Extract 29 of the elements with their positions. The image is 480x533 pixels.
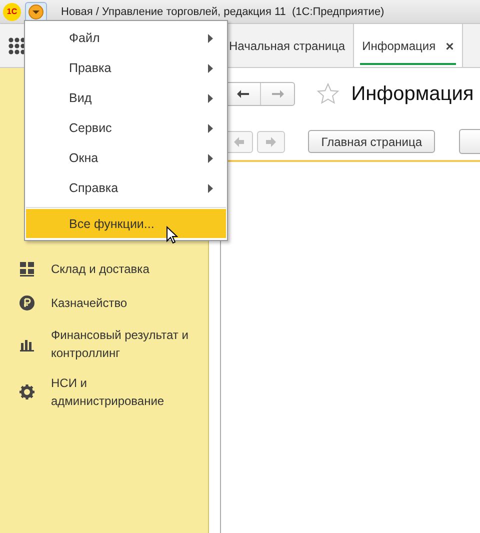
menu-item[interactable]: Вид bbox=[26, 83, 227, 113]
apps-icon[interactable] bbox=[8, 36, 26, 54]
sidebar-item[interactable]: Склад и доставка bbox=[51, 260, 150, 278]
page-title: Информация bbox=[351, 82, 474, 106]
gear-icon bbox=[19, 384, 35, 400]
sidebar-item[interactable]: Финансовый результат и контроллинг bbox=[51, 326, 201, 362]
arrow-right-icon bbox=[270, 89, 285, 99]
home-page-button[interactable]: Главная страница bbox=[308, 130, 435, 153]
close-icon[interactable]: × bbox=[446, 38, 454, 54]
next-button[interactable] bbox=[257, 130, 286, 152]
tab[interactable]: Информация × bbox=[354, 24, 463, 67]
menu-item[interactable]: Справка bbox=[26, 173, 227, 203]
menu-item[interactable]: Все функции... bbox=[26, 209, 226, 238]
arrow-left-icon bbox=[233, 136, 246, 148]
star-icon[interactable] bbox=[317, 83, 340, 105]
grid-icon bbox=[19, 261, 35, 277]
arrow-left-icon bbox=[236, 89, 250, 99]
more-button[interactable] bbox=[459, 129, 480, 154]
tab-label[interactable]: Информация bbox=[362, 38, 436, 52]
menu-item[interactable]: Сервис bbox=[26, 113, 227, 143]
tab-label[interactable]: Начальная страница bbox=[229, 38, 346, 52]
ruble-icon bbox=[19, 295, 35, 311]
sidebar-item[interactable]: Казначейство bbox=[51, 294, 128, 312]
window-title: Новая / Управление торговлей, редакция 11 (1С:Предприятие) bbox=[61, 6, 384, 18]
main-menu-button[interactable] bbox=[25, 2, 47, 22]
sidebar-item[interactable]: НСИ и администрирование bbox=[51, 374, 201, 410]
arrow-right-icon bbox=[265, 136, 278, 148]
app-logo: 1С bbox=[3, 2, 21, 20]
menu-item[interactable]: Окна bbox=[26, 143, 227, 173]
